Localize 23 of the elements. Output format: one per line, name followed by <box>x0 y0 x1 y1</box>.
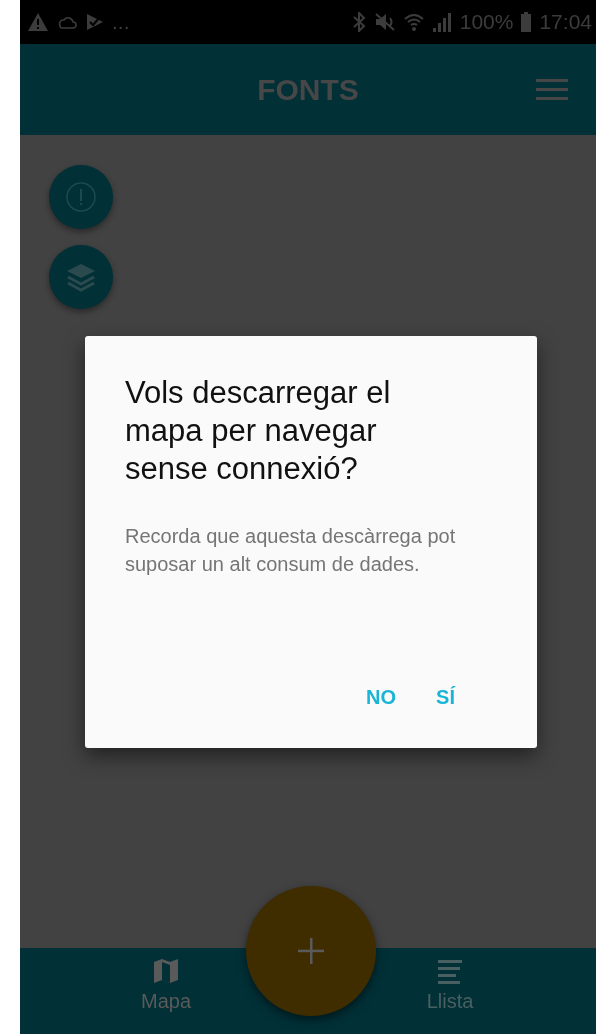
nav-tab[interactable]: Llista <box>390 948 510 1034</box>
wifi-icon <box>403 12 424 32</box>
dialog-message: Recorda que aquesta descàrrega pot suposar un alt consum de dades. <box>125 524 457 577</box>
layers-button[interactable] <box>49 245 113 309</box>
battery-icon <box>521 12 532 32</box>
dialog-button[interactable]: SÍ <box>424 676 467 718</box>
nav-tab[interactable]: Mapa <box>106 948 226 1034</box>
alert-button[interactable] <box>49 165 113 229</box>
clock-time: 17:04 <box>539 9 592 36</box>
signal-icon <box>431 12 452 32</box>
app-title: FONTS <box>257 72 359 108</box>
layers-icon <box>65 262 97 292</box>
notification-overflow: ... <box>112 9 130 36</box>
bluetooth-icon <box>351 12 366 32</box>
warning-icon <box>28 13 48 31</box>
map-icon <box>151 956 181 986</box>
dialog-title: Vols descarregar el mapa per navegar sense connexió? <box>125 374 392 488</box>
mute-icon <box>373 12 396 32</box>
plus-icon <box>298 938 324 964</box>
alert-icon <box>65 181 97 213</box>
dialog-button[interactable]: NO <box>354 676 409 718</box>
menu-icon <box>536 78 568 101</box>
battery-percent: 100% <box>459 9 514 36</box>
